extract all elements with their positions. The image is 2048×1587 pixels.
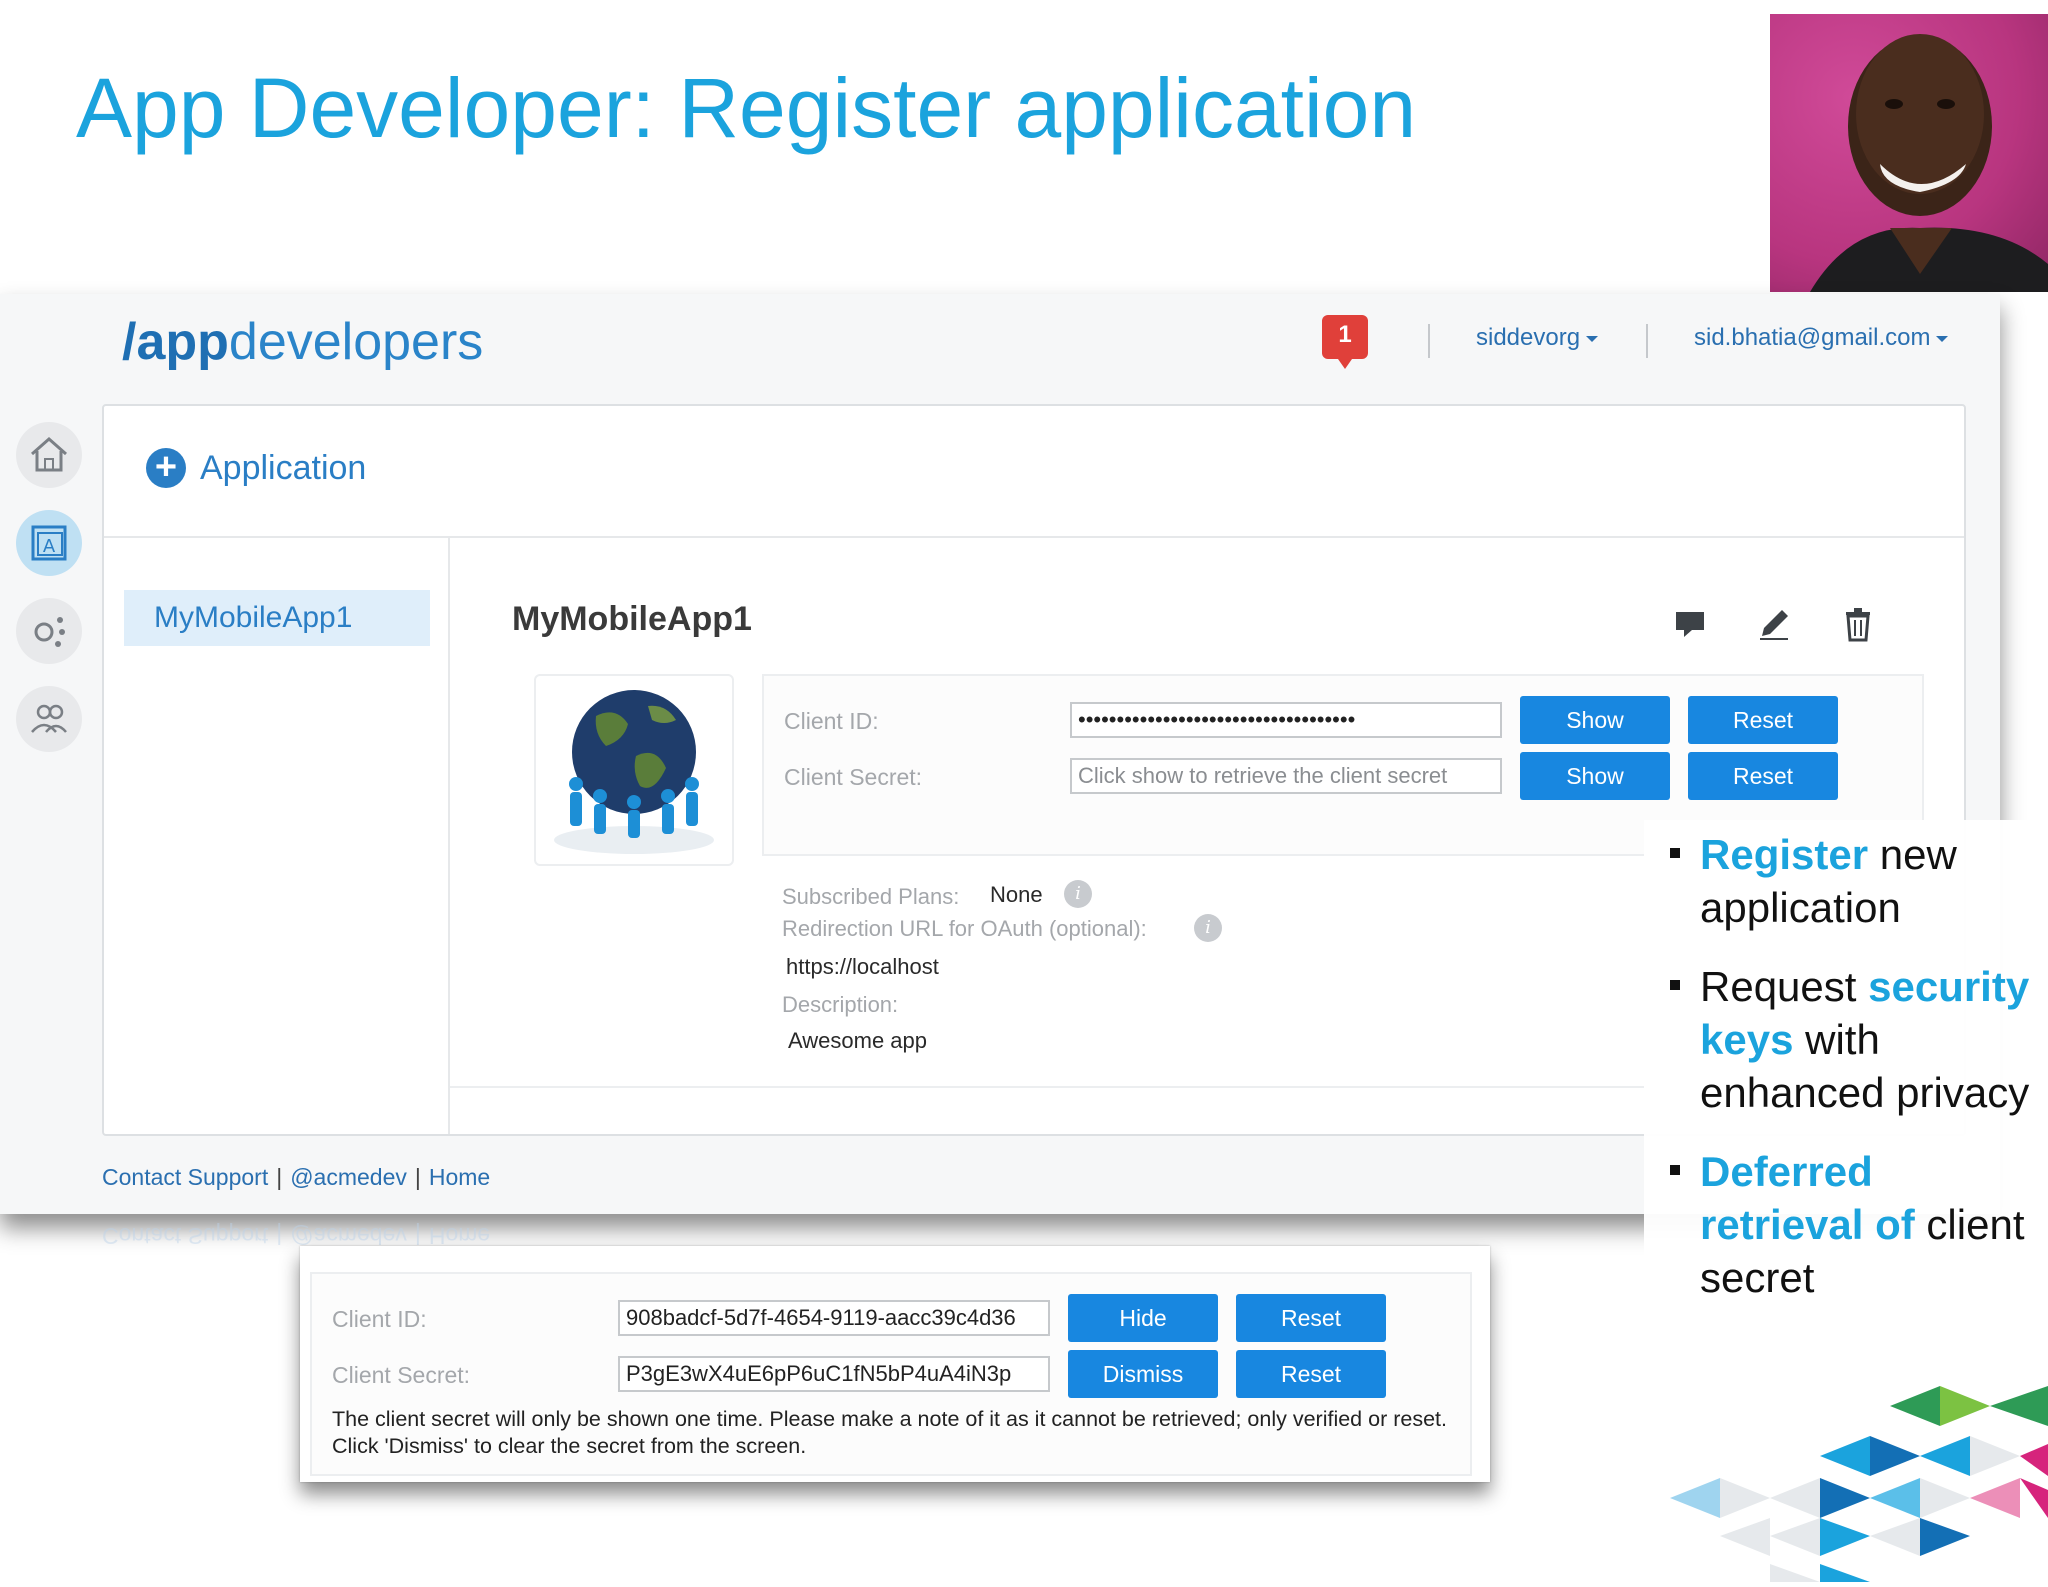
redirect-value: https://localhost — [786, 954, 939, 979]
users-icon[interactable] — [16, 686, 82, 752]
secret-warning-note: The client secret will only be shown one… — [332, 1407, 1447, 1458]
add-application-button[interactable]: + Application — [146, 448, 366, 488]
decorative-triangles — [1670, 1386, 2048, 1582]
revealed-keys-inset: Client ID: 908badcf-5d7f-4654-9119-aacc3… — [300, 1246, 1490, 1482]
bullet-item: Request security keys with enhanced priv… — [1664, 960, 2044, 1119]
plans-label: Subscribed Plans: — [782, 884, 960, 909]
header-divider — [1646, 324, 1648, 358]
home-link[interactable]: Home — [429, 1164, 490, 1190]
brand-logo[interactable]: /appdevelopers — [122, 312, 483, 372]
slide-title: App Developer: Register application — [76, 61, 1417, 155]
show-client-secret-button[interactable]: Show — [1520, 752, 1670, 800]
edit-icon[interactable] — [1754, 604, 1794, 644]
revealed-keys-section: Client ID: 908badcf-5d7f-4654-9119-aacc3… — [310, 1272, 1472, 1476]
show-client-id-button[interactable]: Show — [1520, 696, 1670, 744]
client-id-value-field[interactable]: 908badcf-5d7f-4654-9119-aacc39c4d36 — [618, 1300, 1050, 1336]
app-title: MyMobileApp1 — [512, 600, 752, 638]
reset-client-secret-button[interactable]: Reset — [1236, 1350, 1386, 1398]
header-divider — [1428, 324, 1430, 358]
footer-reflection: Contact Support | @acmedev | Home — [102, 1223, 491, 1249]
reset-client-secret-button[interactable]: Reset — [1688, 752, 1838, 800]
client-secret-label: Client Secret: — [784, 764, 923, 790]
client-secret-label: Client Secret: — [332, 1362, 471, 1388]
client-id-label: Client ID: — [784, 708, 879, 734]
home-icon[interactable] — [16, 422, 82, 488]
panel-header: + Application — [104, 406, 1964, 538]
bullet-item: Register new application — [1664, 828, 2044, 934]
svg-text:A: A — [43, 536, 56, 557]
bullet-list: Register new application Request securit… — [1644, 820, 2044, 1350]
notification-badge[interactable]: 1 — [1322, 315, 1368, 369]
description-value: Awesome app — [788, 1028, 928, 1053]
client-secret-value-field[interactable]: P3gE3wX4uE6pP6uC1fN5bP4uA4iN3p — [618, 1356, 1050, 1392]
plus-icon: + — [146, 448, 186, 488]
bullet-item: Deferred retrieval of client secret — [1664, 1145, 2044, 1304]
info-icon[interactable]: i — [1194, 914, 1222, 942]
info-icon[interactable]: i — [1064, 880, 1092, 908]
client-secret-field[interactable]: Click show to retrieve the client secret — [1070, 758, 1502, 794]
client-id-field[interactable]: •••••••••••••••••••••••••••••••••••• — [1070, 702, 1502, 738]
chevron-down-icon — [1586, 335, 1599, 342]
hide-button[interactable]: Hide — [1068, 1294, 1218, 1342]
app-image — [534, 674, 734, 866]
chevron-down-icon — [1936, 335, 1949, 342]
plans-value: None — [990, 882, 1043, 907]
contact-support-link[interactable]: Contact Support — [102, 1164, 268, 1190]
client-id-label: Client ID: — [332, 1306, 427, 1332]
footer-links: Contact Support | @acmedev | Home — [102, 1164, 491, 1190]
comment-icon[interactable] — [1670, 604, 1710, 644]
delete-icon[interactable] — [1838, 604, 1878, 644]
reset-client-id-button[interactable]: Reset — [1688, 696, 1838, 744]
application-list: MyMobileApp1 — [104, 538, 450, 1134]
org-dropdown[interactable]: siddevorg — [1476, 324, 1599, 352]
analytics-icon[interactable] — [16, 598, 82, 664]
reset-client-id-button[interactable]: Reset — [1236, 1294, 1386, 1342]
presenter-photo — [1770, 14, 2048, 292]
description-label: Description: — [782, 992, 899, 1017]
add-application-label: Application — [200, 448, 367, 487]
twitter-link[interactable]: @acmedev — [290, 1164, 407, 1190]
list-item-app[interactable]: MyMobileApp1 — [124, 590, 430, 646]
user-dropdown[interactable]: sid.bhatia@gmail.com — [1694, 324, 1949, 352]
redirect-label: Redirection URL for OAuth (optional): — [782, 916, 1147, 941]
dismiss-button[interactable]: Dismiss — [1068, 1350, 1218, 1398]
apps-icon[interactable]: A — [16, 510, 82, 576]
